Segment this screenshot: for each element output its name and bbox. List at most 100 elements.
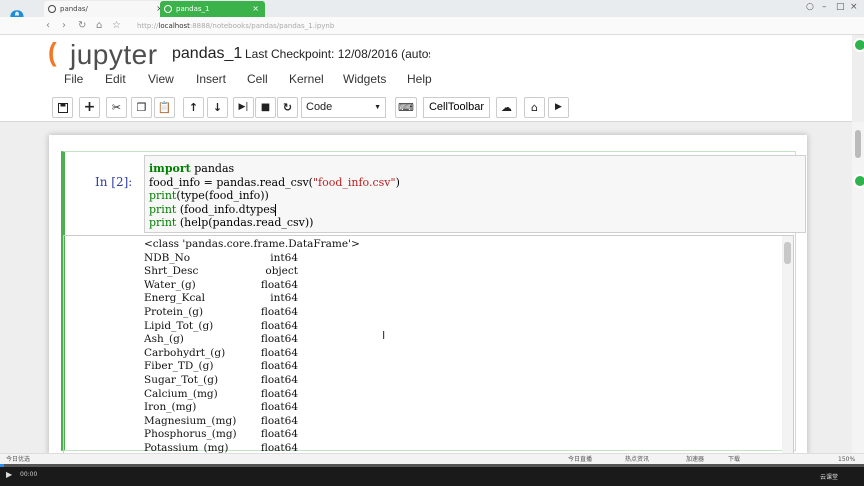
- back-icon[interactable]: ‹: [46, 17, 50, 35]
- dtype-row: Fiber_TD_(g) float64: [144, 360, 360, 374]
- code-builtin: print: [149, 202, 177, 216]
- plus-icon[interactable]: +: [79, 97, 100, 118]
- menu-widgets[interactable]: Widgets: [343, 72, 386, 86]
- paste-icon[interactable]: 📋: [154, 97, 175, 118]
- url-host: localhost: [158, 22, 190, 30]
- code-text[interactable]: import pandas food_info = pandas.read_csv…: [149, 162, 400, 230]
- restart-icon[interactable]: ↻: [277, 97, 298, 118]
- arrow-up-icon[interactable]: ↑: [183, 97, 204, 118]
- dtype-row: Water_(g) float64: [144, 279, 360, 293]
- dtype-row: NDB_No int64: [144, 252, 360, 266]
- menu-cell[interactable]: Cell: [247, 72, 268, 86]
- url-path: :8888/notebooks/pandas/pandas_1.ipynb: [189, 22, 335, 30]
- menu-view[interactable]: View: [148, 72, 174, 86]
- forward-icon[interactable]: ›: [62, 17, 66, 35]
- play-icon[interactable]: ▶: [6, 470, 12, 479]
- video-player-bar: ▶ 00:00 云课堂: [0, 464, 864, 486]
- code-builtin: print: [149, 216, 177, 230]
- dtype-column-name: Phosphorus_(mg): [144, 428, 237, 441]
- dtype-column-name: Magnesium_(mg): [144, 414, 237, 427]
- publish-icon[interactable]: ⌂: [524, 97, 545, 118]
- dtype-column-name: Sugar_Tot_(g): [144, 373, 219, 386]
- dtype-column-name: Water_(g): [144, 278, 196, 291]
- menu-insert[interactable]: Insert: [196, 72, 226, 86]
- url-field[interactable]: http://localhost:8888/notebooks/pandas/p…: [137, 19, 567, 33]
- dtype-value: int64: [270, 251, 298, 264]
- dtype-row: Calcium_(mg) float64: [144, 388, 360, 402]
- cell-prompt: In [2]:: [95, 175, 133, 189]
- dtype-column-name: NDB_No: [144, 251, 191, 264]
- menu-help[interactable]: Help: [407, 72, 432, 86]
- dtype-value: float64: [260, 401, 298, 414]
- dtype-row: Magnesium_(mg) float64: [144, 415, 360, 429]
- cell-toolbar-button[interactable]: CellToolbar: [423, 97, 490, 118]
- step-forward-icon[interactable]: ▶|: [233, 97, 254, 118]
- home-icon[interactable]: ⌂: [96, 17, 102, 35]
- close-icon[interactable]: ×: [252, 1, 259, 17]
- scrollbar-thumb[interactable]: [784, 242, 791, 264]
- save-icon[interactable]: [52, 97, 73, 118]
- code-text-span: pandas: [190, 162, 235, 175]
- dtype-value: float64: [260, 333, 298, 346]
- tab-favicon: [164, 5, 172, 13]
- refresh-icon[interactable]: ↻: [78, 17, 86, 35]
- dtype-value: object: [265, 265, 298, 278]
- menu-file[interactable]: File: [64, 72, 83, 86]
- jupyter-header: ( jupyter pandas_1 Last Checkpoint: 12/0…: [0, 35, 852, 122]
- code-line: print (food_info.dtypes: [149, 203, 400, 217]
- menu-kernel[interactable]: Kernel: [289, 72, 324, 86]
- dtype-value: float64: [260, 360, 298, 373]
- dtype-column-name: Calcium_(mg): [144, 387, 218, 400]
- dtype-value: float64: [260, 319, 298, 332]
- browser-tab-pandas[interactable]: pandas/ ×: [44, 1, 169, 17]
- code-line: import pandas: [149, 162, 400, 176]
- window-maximize-icon[interactable]: □: [836, 2, 845, 12]
- address-bar: ‹ › ↻ ⌂ ☆ http://localhost:8888/notebook…: [0, 17, 864, 35]
- jupyter-logo[interactable]: jupyter: [70, 39, 158, 71]
- cell-type-select[interactable]: Code ▼: [301, 97, 386, 118]
- dtype-value: float64: [260, 373, 298, 386]
- video-progress[interactable]: [0, 464, 864, 467]
- code-input[interactable]: import pandas food_info = pandas.read_csv…: [144, 155, 806, 233]
- dtype-value: float64: [260, 387, 298, 400]
- code-builtin: print: [149, 189, 177, 203]
- output-class-line: <class 'pandas.core.frame.DataFrame'>: [144, 238, 360, 250]
- window-close-icon[interactable]: ×: [850, 2, 858, 12]
- dtype-row: Protein_(g) float64: [144, 306, 360, 320]
- keyboard-icon[interactable]: ⌨: [395, 97, 417, 118]
- copy-icon[interactable]: ❐: [131, 97, 152, 118]
- upload-icon[interactable]: ☁: [496, 97, 517, 118]
- code-text-span: (type(food_info)): [176, 189, 269, 203]
- arrow-down-icon[interactable]: ↓: [207, 97, 228, 118]
- floating-badge-icon[interactable]: [853, 174, 864, 188]
- code-line: print (help(pandas.read_csv)): [149, 216, 400, 230]
- cell-type-value: Code: [306, 101, 333, 113]
- mouse-ibeam-icon: I: [382, 329, 386, 342]
- scissors-icon[interactable]: ✂: [106, 97, 127, 118]
- scrollbar-thumb[interactable]: [855, 130, 861, 158]
- window-minimize-icon[interactable]: –: [822, 2, 827, 12]
- favorite-icon[interactable]: ☆: [112, 17, 121, 35]
- code-text-span: (food_info.dtypes: [176, 202, 276, 216]
- browser-tab-pandas-1[interactable]: pandas_1 ×: [160, 1, 265, 17]
- dtype-column-name: Ash_(g): [144, 333, 184, 346]
- window-restore-icon[interactable]: ○: [806, 2, 814, 12]
- jupyter-logo-icon[interactable]: (: [48, 37, 57, 68]
- code-line: print(type(food_info)): [149, 189, 400, 203]
- dtype-value: float64: [260, 414, 298, 427]
- output-scrollbar[interactable]: [782, 236, 793, 454]
- dtype-column-name: Iron_(mg): [144, 401, 197, 414]
- stop-icon[interactable]: ■: [255, 97, 276, 118]
- notebook-area: In [2]: import pandas food_info = pandas.…: [0, 123, 852, 455]
- dtype-column-name: Energ_Kcal: [144, 292, 205, 305]
- code-string: "food_info.csv": [312, 175, 396, 189]
- video-icon[interactable]: ▶: [548, 97, 569, 118]
- floating-badge-icon[interactable]: [853, 38, 864, 52]
- notebook-name[interactable]: pandas_1: [172, 45, 242, 63]
- video-time: 00:00: [20, 471, 38, 478]
- code-text-span: food_info = pandas.read_csv(: [149, 175, 313, 189]
- page-scrollbar[interactable]: [852, 122, 864, 453]
- dtype-value: int64: [270, 292, 298, 305]
- dtype-column-name: Protein_(g): [144, 305, 204, 318]
- menu-edit[interactable]: Edit: [105, 72, 126, 86]
